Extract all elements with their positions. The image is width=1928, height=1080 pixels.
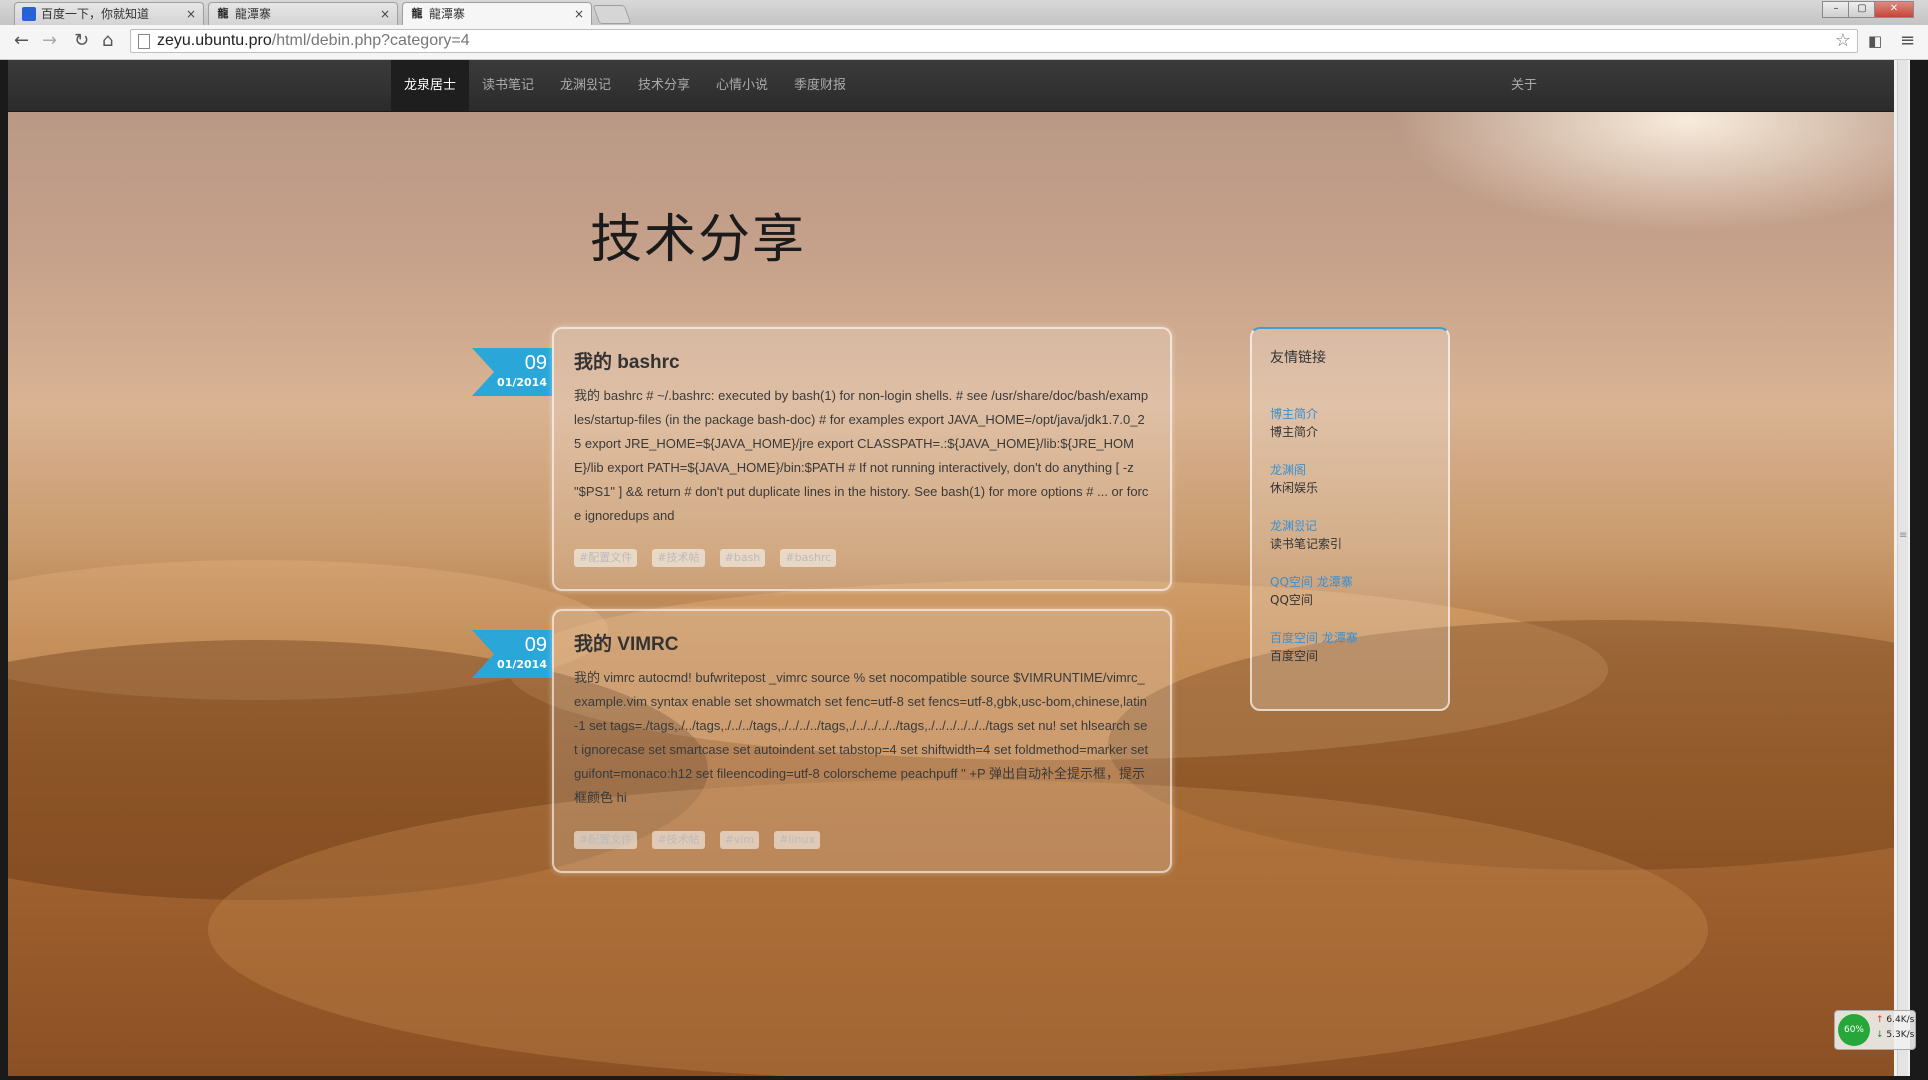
sidebar-heading: 友情链接 (1270, 350, 1326, 366)
post-day: 09 (524, 352, 547, 374)
address-bar[interactable]: zeyu.ubuntu.pro/html/debin.php?category=… (130, 29, 1858, 53)
minimize-window-button[interactable]: – (1822, 1, 1850, 18)
home-icon[interactable]: ⌂ (102, 31, 113, 51)
page-icon (138, 34, 150, 49)
tab-title: 龍潭寨 (429, 7, 466, 21)
tag-link[interactable]: #配置文件 (574, 549, 638, 567)
post-card: 我的 bashrc 我的 bashrc # ~/.bashrc: execute… (552, 327, 1172, 591)
close-tab-icon[interactable]: × (574, 3, 584, 25)
friend-link[interactable]: 龙渊읬记 (1270, 517, 1430, 535)
download-speed: 5.3K/s (1876, 1030, 1914, 1040)
friend-link[interactable]: 博主简介 (1270, 405, 1430, 423)
nav-item-quarterly[interactable]: 季度财报 (781, 60, 859, 111)
friend-link-item: QQ空间 龙潭寨 QQ空间 (1270, 573, 1430, 609)
post-tags: #配置文件 #技术帖 #bash #bashrc (574, 546, 1150, 567)
post-title[interactable]: 我的 bashrc (574, 347, 1150, 374)
post-excerpt: 我的 bashrc # ~/.bashrc: executed by bash(… (574, 388, 1149, 523)
baidu-favicon-icon: 🐾 (22, 7, 36, 21)
extension-icon[interactable]: ◧ (1868, 31, 1882, 51)
nav-item-about[interactable]: 关于 (1498, 60, 1550, 111)
friend-link-desc: 读书笔记索引 (1270, 537, 1343, 551)
url-text[interactable]: zeyu.ubuntu.pro/html/debin.php?category=… (157, 32, 470, 50)
post-date-ribbon: 09 01/2014 (472, 348, 552, 396)
friend-link[interactable]: 百度空间 龙潭寨 (1270, 629, 1430, 647)
close-tab-icon[interactable]: × (380, 3, 390, 25)
tag-link[interactable]: #配置文件 (574, 831, 638, 849)
scrollbar-grip-icon: ≡ (1899, 530, 1908, 541)
post-card: 我的 VIMRC 我的 vimrc autocmd! bufwritepost … (552, 609, 1172, 873)
friend-link[interactable]: 龙渊阁 (1270, 461, 1430, 479)
url-host: zeyu.ubuntu.pro (157, 32, 272, 49)
upload-speed: 6.4K/s (1876, 1015, 1914, 1025)
tag-link[interactable]: #bash (719, 549, 766, 567)
tab-title: 龍潭寨 (235, 7, 272, 21)
nav-item-tech[interactable]: 技术分享 (625, 60, 703, 111)
close-tab-icon[interactable]: × (186, 3, 196, 25)
friend-link-item: 百度空间 龙潭寨 百度空间 (1270, 629, 1430, 665)
site-favicon-icon: 龍 (411, 7, 423, 20)
usage-percent: 60% (1838, 1014, 1870, 1046)
friend-link[interactable]: QQ空间 龙潭寨 (1270, 573, 1430, 591)
tag-link[interactable]: #技术帖 (652, 549, 705, 567)
browser-tab-baidu[interactable]: 🐾 百度一下，你就知道 × (14, 2, 204, 25)
close-window-button[interactable]: ✕ (1874, 1, 1914, 18)
url-path: /html/debin.php?category=4 (271, 32, 470, 49)
tag-link[interactable]: #linux (774, 831, 821, 849)
bookmark-star-icon[interactable]: ☆ (1835, 30, 1851, 51)
browser-tab-3-active[interactable]: 龍 龍潭寨 × (402, 2, 592, 25)
reload-icon[interactable]: ↻ (74, 31, 89, 51)
friend-link-desc: 百度空间 (1270, 649, 1319, 663)
page-viewport: 龙泉居士 读书笔记 龙渊읬记 技术分享 心情小说 季度财报 关于 技术分享 09… (8, 60, 1910, 1076)
post-tags: #配置文件 #技术帖 #vim #linux (574, 828, 1150, 849)
site-favicon-icon: 龍 (217, 7, 229, 20)
page-title: 技术分享 (590, 210, 807, 270)
friend-link-desc: 休闲娱乐 (1270, 481, 1319, 495)
friend-link-desc: 博主简介 (1270, 425, 1319, 439)
scrollbar-thumb[interactable] (1897, 60, 1908, 1076)
tag-link[interactable]: #技术帖 (652, 831, 705, 849)
nav-item-reading-notes[interactable]: 读书笔记 (469, 60, 547, 111)
post-title[interactable]: 我的 VIMRC (574, 629, 1150, 656)
site-navbar: 龙泉居士 读书笔记 龙渊읬记 技术分享 心情小说 季度财报 关于 (8, 60, 1910, 112)
post-excerpt: 我的 vimrc autocmd! bufwritepost _vimrc so… (574, 670, 1149, 805)
tag-link[interactable]: #vim (719, 831, 760, 849)
tag-link[interactable]: #bashrc (780, 549, 837, 567)
post-date: 01/2014 (497, 376, 547, 389)
maximize-window-button[interactable]: ▢ (1848, 1, 1876, 18)
nav-item-home[interactable]: 龙泉居士 (391, 60, 470, 111)
tab-title: 百度一下，你就知道 (41, 7, 150, 21)
friend-link-item: 龙渊阁 休闲娱乐 (1270, 461, 1430, 497)
browser-tab-2[interactable]: 龍 龍潭寨 × (208, 2, 398, 25)
nav-item-mood[interactable]: 心情小说 (703, 60, 781, 111)
vertical-scrollbar[interactable]: ≡ (1894, 60, 1910, 1076)
nav-item-longyuan[interactable]: 龙渊읬记 (547, 60, 624, 111)
friend-links-sidebar: 友情链接 博主简介 博主简介 龙渊阁 休闲娱乐 龙渊읬记 读书笔记索引 QQ空间… (1250, 327, 1450, 711)
friend-link-desc: QQ空间 (1270, 593, 1313, 607)
browser-tab-strip: 🐾 百度一下，你就知道 × 龍 龍潭寨 × 龍 龍潭寨 × – ▢ ✕ (0, 0, 1928, 26)
new-tab-button[interactable] (592, 5, 632, 24)
friend-link-item: 龙渊읬记 读书笔记索引 (1270, 517, 1430, 553)
friend-link-item: 博主简介 博主简介 (1270, 405, 1430, 441)
back-arrow-icon[interactable]: ← (14, 31, 29, 51)
browser-toolbar: ← → ↻ ⌂ zeyu.ubuntu.pro/html/debin.php?c… (0, 25, 1928, 60)
forward-arrow-icon[interactable]: → (42, 31, 57, 51)
network-speed-widget[interactable]: 60% 6.4K/s 5.3K/s (1834, 1010, 1916, 1050)
menu-icon[interactable]: ≡ (1900, 31, 1915, 51)
